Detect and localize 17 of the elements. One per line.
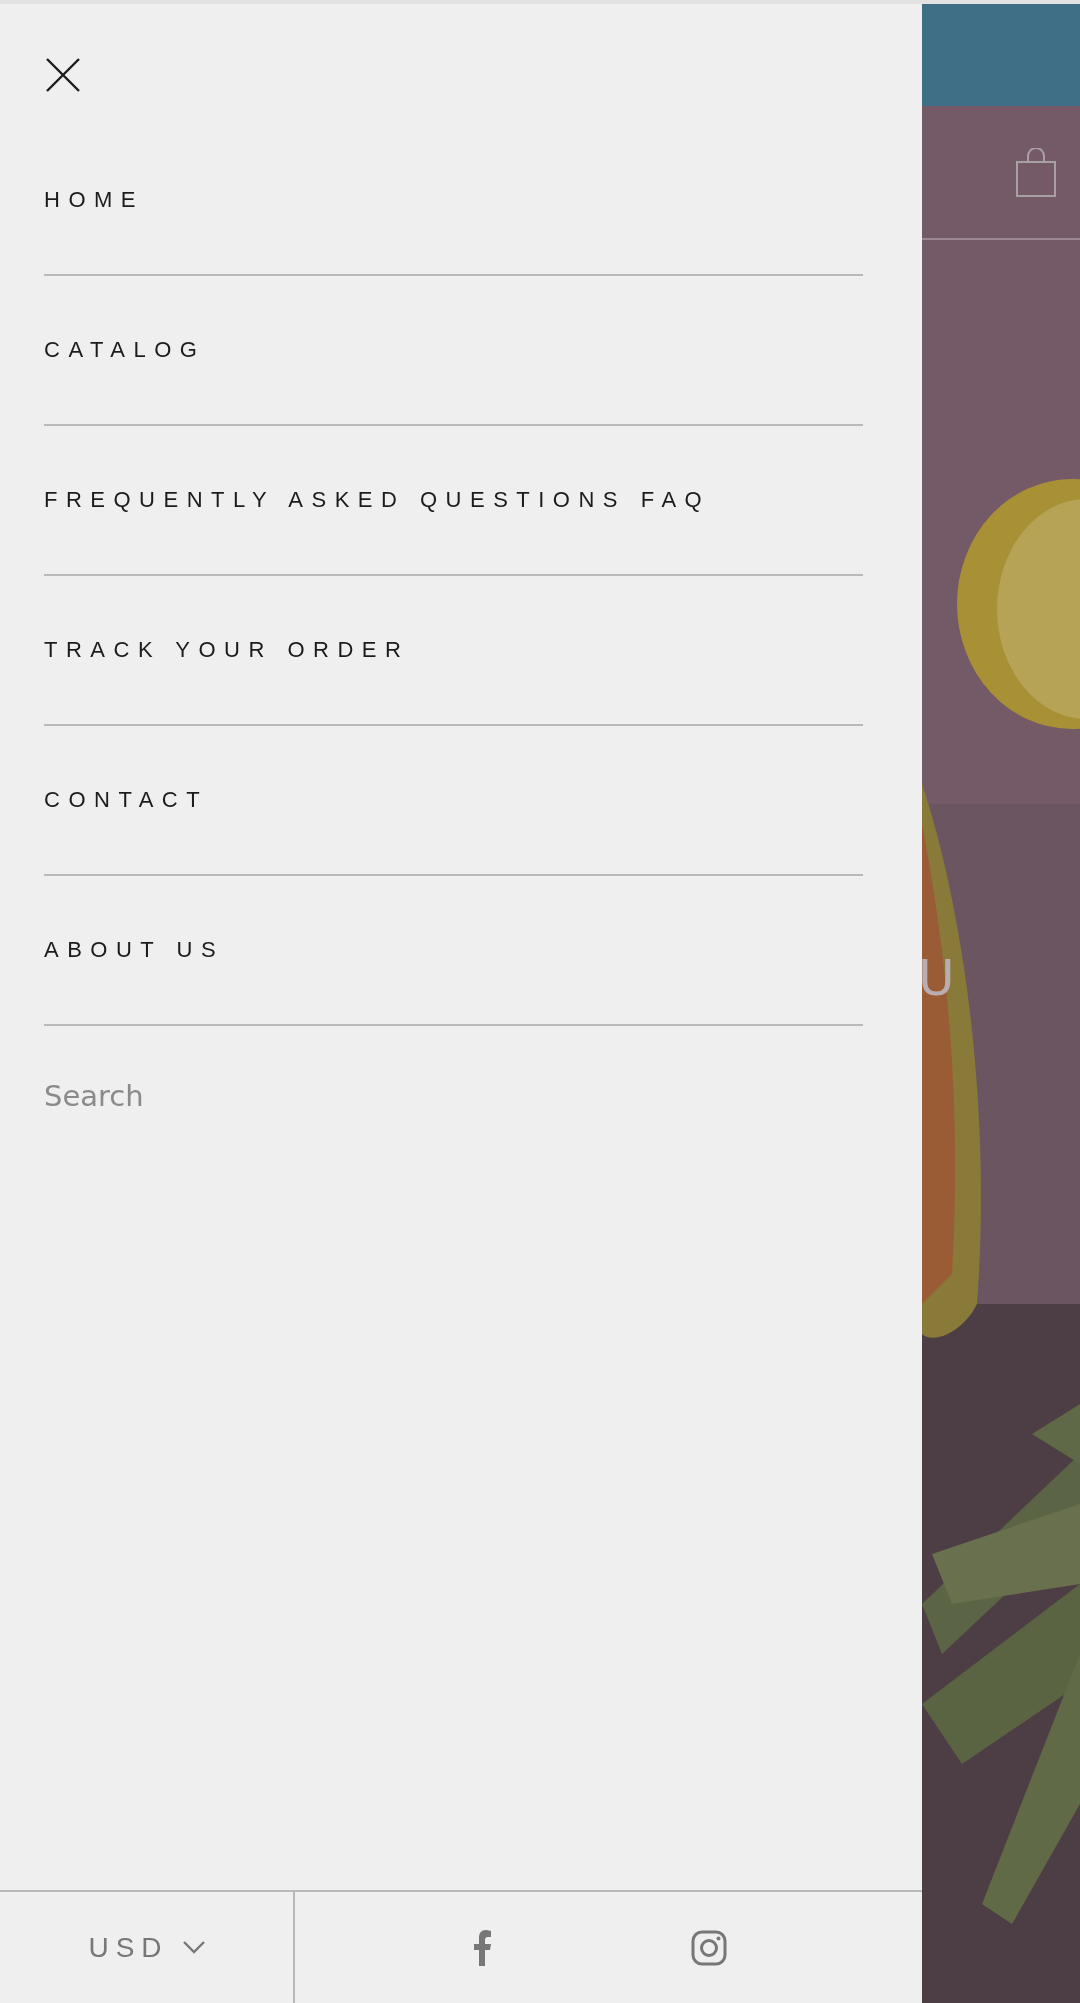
close-icon	[44, 56, 82, 94]
facebook-link[interactable]	[473, 1929, 491, 1966]
close-button[interactable]	[44, 56, 82, 94]
search-field[interactable]: Search	[44, 1074, 863, 1118]
hero-text: U	[922, 949, 955, 1007]
menu-item[interactable]: FREQUENTLY ASKED QUESTIONS FAQ	[44, 426, 863, 576]
menu-item[interactable]: HOME	[44, 126, 863, 276]
facebook-icon	[473, 1929, 491, 1966]
menu-item[interactable]: CONTACT	[44, 726, 863, 876]
instagram-link[interactable]	[691, 1929, 727, 1966]
menu-item[interactable]: TRACK YOUR ORDER	[44, 576, 863, 726]
instagram-icon	[691, 1929, 727, 1966]
shopping-bag-icon	[1015, 148, 1057, 198]
chevron-down-icon	[182, 1941, 205, 1954]
menu-item[interactable]: ABOUT US	[44, 876, 863, 1026]
menu-item[interactable]: CATALOG	[44, 276, 863, 426]
currency-selector[interactable]: USD	[0, 1892, 295, 2003]
